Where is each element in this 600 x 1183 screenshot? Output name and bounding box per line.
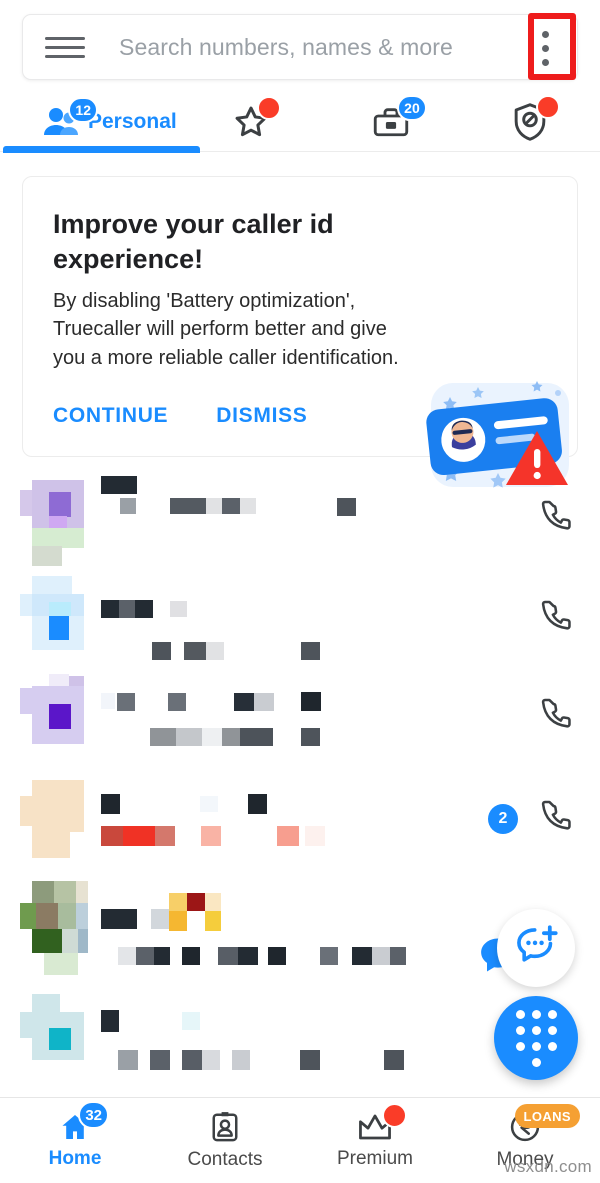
tab-badge-personal: 12 — [68, 96, 98, 123]
battery-optimization-promo-card: Improve your caller id experience! By di… — [22, 176, 578, 488]
star-icon — [232, 95, 282, 141]
home-icon: 32 — [58, 1101, 109, 1143]
chat-plus-icon — [513, 923, 559, 974]
nav-item-money[interactable]: LOANS Money — [450, 1098, 600, 1183]
nav-item-home-label: Home — [48, 1148, 102, 1169]
crown-icon — [356, 1103, 407, 1143]
tab-business[interactable]: 20 — [321, 92, 461, 152]
avatar — [20, 674, 84, 762]
nav-item-money-label: Money — [496, 1149, 554, 1170]
active-tab-indicator — [3, 145, 200, 153]
table-row[interactable] — [0, 470, 600, 570]
nav-badge-premium — [382, 1103, 407, 1128]
table-row[interactable] — [0, 668, 600, 768]
phone-icon[interactable] — [540, 798, 574, 832]
rupee-circle-icon: LOANS — [508, 1104, 580, 1144]
top-tab-bar: 12 Personal 20 — [0, 92, 600, 153]
avatar — [20, 476, 84, 566]
avatar — [20, 994, 84, 1082]
dialpad-fab[interactable] — [494, 996, 578, 1080]
bottom-navigation-bar: 32 Home Contacts Premium LOANS Money — [0, 1097, 600, 1183]
table-row[interactable] — [0, 570, 600, 670]
nav-badge-home: 32 — [78, 1101, 109, 1129]
truecaller-app-screen: Search numbers, names & more 12 Personal — [0, 0, 600, 1183]
tab-personal[interactable]: 12 Personal — [0, 92, 200, 153]
nav-item-home[interactable]: 32 Home — [0, 1098, 150, 1183]
people-icon: 12 — [42, 96, 98, 138]
continue-button[interactable]: CONTINUE — [53, 404, 168, 428]
overflow-menu-button[interactable] — [521, 20, 569, 76]
contacts-icon — [209, 1110, 241, 1144]
avatar — [20, 881, 88, 975]
tab-starred[interactable] — [182, 92, 322, 152]
nav-badge-money-loans: LOANS — [514, 1104, 580, 1128]
tab-badge-blocked — [536, 94, 561, 119]
hamburger-icon[interactable] — [45, 36, 91, 58]
tab-badge-starred — [257, 95, 282, 120]
avatar — [20, 776, 84, 864]
dialpad-icon — [515, 1009, 557, 1067]
avatar — [20, 576, 84, 664]
promo-actions: CONTINUE DISMISS — [53, 404, 308, 428]
phone-icon[interactable] — [540, 696, 574, 730]
search-bar[interactable]: Search numbers, names & more — [22, 14, 578, 80]
tab-badge-business: 20 — [397, 94, 427, 121]
phone-icon[interactable] — [540, 598, 574, 632]
nav-item-contacts-label: Contacts — [187, 1149, 263, 1170]
shield-block-icon — [511, 94, 561, 142]
new-message-fab[interactable] — [497, 909, 575, 987]
unread-count-badge: 2 — [488, 804, 518, 834]
search-input[interactable]: Search numbers, names & more — [119, 34, 453, 61]
tab-blocked[interactable] — [461, 92, 600, 152]
phone-icon[interactable] — [540, 498, 574, 532]
nav-item-premium[interactable]: Premium — [300, 1098, 450, 1183]
nav-item-premium-label: Premium — [336, 1148, 413, 1169]
promo-title: Improve your caller id experience! — [53, 209, 334, 274]
dismiss-button[interactable]: DISMISS — [216, 404, 307, 428]
tab-personal-label: Personal — [88, 109, 177, 133]
nav-item-contacts[interactable]: Contacts — [150, 1098, 300, 1183]
promo-body-text: By disabling 'Battery optimization', Tru… — [53, 290, 399, 369]
table-row[interactable]: 2 — [0, 770, 600, 870]
briefcase-icon: 20 — [371, 94, 427, 140]
